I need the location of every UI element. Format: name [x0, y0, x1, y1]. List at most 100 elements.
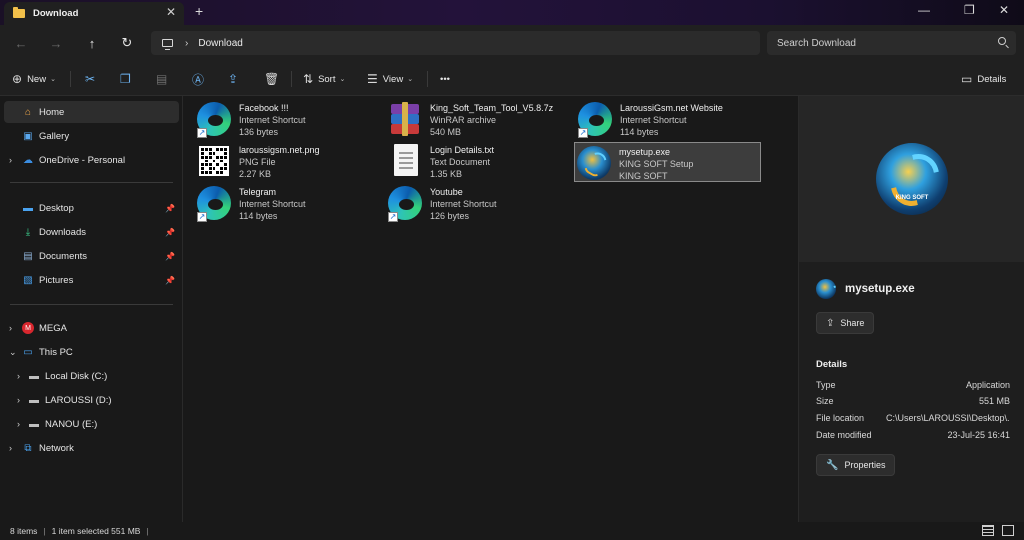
chevron-right-icon[interactable]: › — [17, 371, 20, 381]
file-item-laroussigsm-website[interactable]: ↗ LaroussiGsm.net Website Internet Short… — [576, 99, 763, 139]
file-type: Internet Shortcut — [239, 199, 306, 209]
chevron-right-icon[interactable]: › — [17, 395, 20, 405]
pin-icon[interactable]: 📌 — [165, 204, 175, 213]
tab-download[interactable]: Download ✕ — [4, 2, 184, 25]
share-icon: ⇪ — [826, 317, 835, 329]
file-size: 136 bytes — [239, 127, 279, 137]
details-section-title: Details — [816, 359, 848, 370]
delete-button[interactable]: 🗑 — [264, 69, 284, 89]
minimize-button[interactable]: — — [918, 3, 930, 17]
file-item-facebook[interactable]: ↗ Facebook !!! Internet Shortcut 136 byt… — [195, 99, 382, 139]
drive-icon: ▬ — [29, 394, 39, 406]
sort-button[interactable]: ⇅ Sort ⌄ — [303, 69, 345, 89]
file-type: Internet Shortcut — [239, 115, 306, 125]
sidebar-item-this-pc[interactable]: ⌄ ▭ This PC — [4, 341, 179, 363]
rename-button[interactable]: Ⓐ — [192, 69, 209, 89]
chevron-right-icon[interactable]: › — [9, 443, 12, 453]
search-input[interactable]: Search Download — [767, 31, 1016, 55]
sidebar-item-label: Downloads — [39, 226, 86, 238]
file-item-youtube[interactable]: ↗ Youtube Internet Shortcut 126 bytes — [386, 183, 573, 223]
refresh-button[interactable]: ↻ — [116, 33, 138, 53]
sidebar-item-label: Pictures — [39, 274, 74, 286]
copy-icon: ❐ — [120, 72, 131, 86]
maximize-button[interactable]: ❐ — [964, 3, 975, 17]
divider — [10, 182, 173, 183]
file-item-king-soft-archive[interactable]: King_Soft_Team_Tool_V5.8.7z WinRAR archi… — [386, 99, 573, 139]
property-key: File location — [816, 413, 865, 423]
sidebar-item-onedrive[interactable]: › ☁ OneDrive - Personal — [4, 149, 179, 171]
file-item-mysetup[interactable]: mysetup.exe KING SOFT Setup KING SOFT — [574, 142, 761, 182]
new-button[interactable]: ⊕ New ⌄ — [12, 69, 56, 89]
sidebar-item-network[interactable]: › ⧉ Network — [4, 437, 179, 459]
sidebar-item-downloads[interactable]: ⤓ Downloads 📌 — [4, 221, 179, 243]
status-separator: | — [43, 526, 46, 536]
sidebar-item-gallery[interactable]: ▣ Gallery — [4, 125, 179, 147]
sidebar-item-documents[interactable]: ▤ Documents 📌 — [4, 245, 179, 267]
tiles-view-icon[interactable] — [1002, 525, 1014, 536]
close-tab-button[interactable]: ✕ — [166, 5, 176, 19]
chevron-right-icon[interactable]: › — [9, 323, 12, 333]
sidebar-item-local-disk-c[interactable]: › ▬ Local Disk (C:) — [4, 365, 179, 387]
view-toggle — [982, 525, 1014, 536]
file-item-login-details[interactable]: Login Details.txt Text Document 1.35 KB — [386, 141, 573, 181]
properties-button[interactable]: 🔧 Properties — [816, 454, 896, 476]
sidebar-item-label: OneDrive - Personal — [39, 154, 126, 166]
pin-icon[interactable]: 📌 — [165, 252, 175, 261]
trash-icon: 🗑 — [264, 72, 280, 86]
selection-info: 1 item selected 551 MB — [51, 526, 141, 536]
property-key: Size — [816, 396, 834, 406]
pin-icon[interactable]: 📌 — [165, 276, 175, 285]
copy-button[interactable]: ❐ — [120, 69, 136, 89]
text-document-icon — [388, 144, 424, 180]
file-item-telegram[interactable]: ↗ Telegram Internet Shortcut 114 bytes — [195, 183, 382, 223]
details-pane-icon: ▭ — [961, 72, 973, 86]
onedrive-icon: ☁ — [23, 154, 33, 166]
sidebar-item-label: Desktop — [39, 202, 74, 214]
address-bar[interactable]: › Download — [151, 31, 760, 55]
shortcut-arrow-icon: ↗ — [388, 212, 398, 222]
file-item-laroussigsm-png[interactable]: laroussigsm.net.png PNG File 2.27 KB — [195, 141, 382, 181]
view-button[interactable]: ☰ View ⌄ — [367, 69, 413, 89]
file-size: 2.27 KB — [239, 169, 272, 179]
property-key: Type — [816, 380, 836, 390]
more-options-button[interactable]: ••• — [440, 69, 450, 89]
cut-button[interactable]: ✂ — [85, 69, 100, 89]
chevron-down-icon[interactable]: ⌄ — [9, 347, 17, 358]
up-button[interactable]: ↑ — [81, 33, 103, 53]
file-preview — [799, 96, 1024, 262]
file-name: Youtube — [430, 187, 463, 197]
new-tab-button[interactable]: + — [195, 3, 203, 19]
sidebar-item-home[interactable]: ⌂ Home — [4, 101, 179, 123]
downloads-icon: ⤓ — [25, 226, 31, 238]
sidebar-item-mega[interactable]: › M MEGA — [4, 317, 179, 339]
details-view-icon[interactable] — [982, 525, 994, 536]
file-company: KING SOFT — [619, 171, 668, 181]
share-button[interactable]: ⇪ — [228, 69, 243, 89]
property-key: Date modified — [816, 430, 872, 440]
file-name: King_Soft_Team_Tool_V5.8.7z — [430, 103, 554, 113]
file-size: 1.35 KB — [430, 169, 463, 179]
close-window-button[interactable]: ✕ — [999, 3, 1009, 17]
view-label: View — [382, 73, 404, 85]
back-button[interactable]: ← — [10, 33, 32, 53]
chevron-right-icon[interactable]: › — [17, 419, 20, 429]
sidebar-item-desktop[interactable]: ▬ Desktop 📌 — [4, 197, 179, 219]
sidebar-item-pictures[interactable]: ▧ Pictures 📌 — [4, 269, 179, 291]
sidebar-item-laroussi-d[interactable]: › ▬ LAROUSSI (D:) — [4, 389, 179, 411]
search-icon[interactable] — [998, 37, 1006, 45]
wrench-icon: 🔧 — [826, 459, 839, 471]
chevron-right-icon[interactable]: › — [9, 155, 12, 165]
file-size: 126 bytes — [430, 211, 470, 221]
details-pane-button[interactable]: ▭ Details — [961, 69, 1006, 89]
shortcut-arrow-icon: ↗ — [197, 212, 207, 222]
forward-button[interactable]: → — [45, 33, 67, 53]
sidebar-item-nanou-e[interactable]: › ▬ NANOU (E:) — [4, 413, 179, 435]
divider — [10, 304, 173, 305]
pin-icon[interactable]: 📌 — [165, 228, 175, 237]
paste-button[interactable]: ▤ — [156, 69, 172, 89]
share-button[interactable]: ⇪ Share — [816, 312, 875, 334]
file-list[interactable]: ↗ Facebook !!! Internet Shortcut 136 byt… — [183, 96, 798, 522]
file-type: KING SOFT Setup — [619, 159, 694, 169]
details-label: Details — [977, 73, 1007, 85]
breadcrumb[interactable]: Download — [198, 38, 242, 49]
